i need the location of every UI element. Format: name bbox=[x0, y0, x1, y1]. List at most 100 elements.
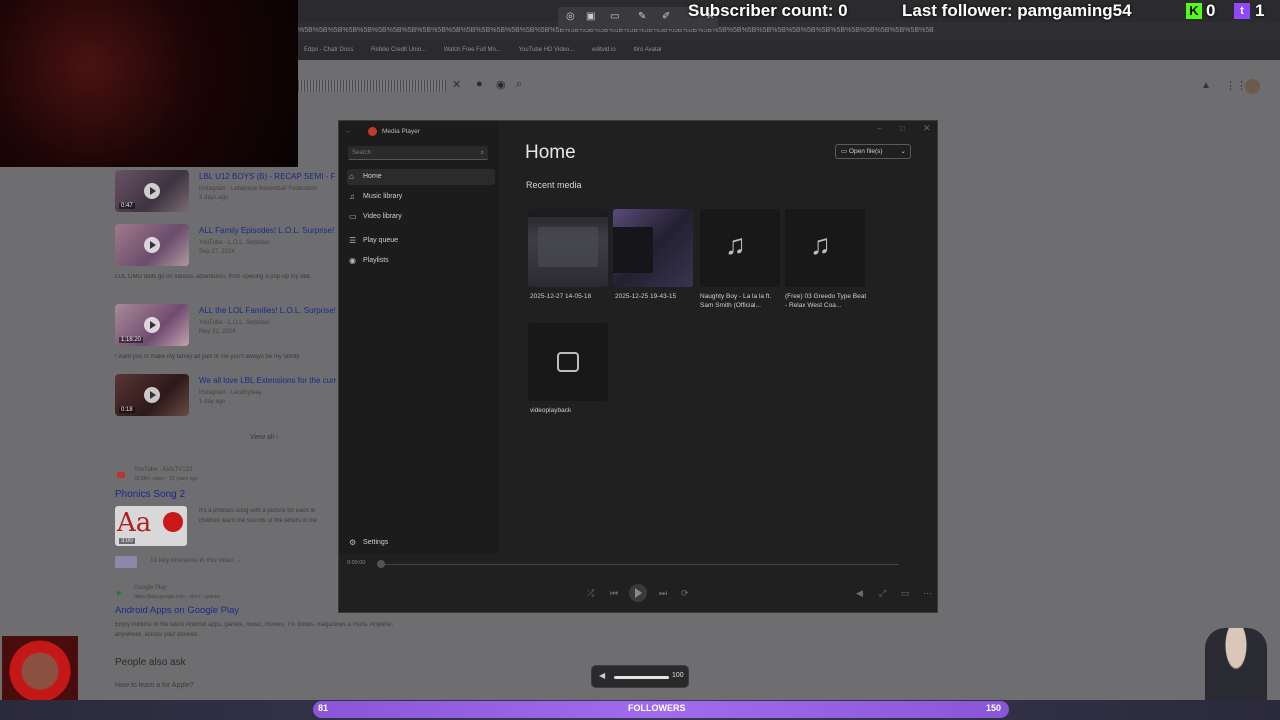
nav-label: Music library bbox=[363, 193, 403, 200]
close-icon[interactable]: ✕ bbox=[923, 123, 931, 134]
apps-grid-icon[interactable]: ⋮⋮ bbox=[1225, 79, 1247, 92]
queue-icon: ☰ bbox=[349, 236, 357, 245]
minimize-icon[interactable]: – bbox=[877, 124, 881, 133]
result-source: YouTube · KidsTV123 bbox=[134, 467, 193, 473]
search-input[interactable]: Search ⌕ bbox=[348, 146, 488, 160]
key-moment-thumbnail[interactable] bbox=[115, 556, 137, 568]
media-label: 2025-12-27 14-05-18 bbox=[530, 293, 592, 300]
play-button[interactable] bbox=[629, 584, 647, 602]
search-bar: ✕ ● ◉ ⌕ bbox=[298, 76, 1280, 98]
nav-label: Playlists bbox=[363, 257, 389, 264]
people-also-ask-heading: People also ask bbox=[115, 657, 186, 668]
app-logo-icon bbox=[368, 127, 377, 136]
result-views: 33.8M+ views · 15 years ago bbox=[134, 476, 199, 482]
music-note-icon: ♫ bbox=[810, 229, 831, 260]
clear-icon[interactable]: ✕ bbox=[452, 78, 461, 91]
lens-icon[interactable]: ◉ bbox=[496, 78, 506, 91]
search-icon[interactable]: ⌕ bbox=[516, 78, 522, 91]
webcam-feed bbox=[0, 0, 298, 167]
speaker-icon[interactable]: ◀ bbox=[599, 671, 605, 680]
open-files-button[interactable]: ▭ Open file(s) ⌄ bbox=[835, 144, 911, 159]
last-follower: Last follower: pamgaming54 bbox=[902, 1, 1132, 20]
twitch-count: 1 bbox=[1255, 1, 1265, 20]
duration-label: 3:00 bbox=[119, 538, 135, 544]
maximize-icon[interactable]: □ bbox=[900, 124, 905, 133]
video-thumbnail[interactable]: 0:18 bbox=[115, 374, 189, 416]
record-icon[interactable]: ▣ bbox=[586, 11, 595, 22]
avatar[interactable] bbox=[1245, 79, 1260, 94]
labs-icon[interactable]: ▲ bbox=[1201, 80, 1211, 91]
media-tile[interactable]: ♫ bbox=[785, 209, 865, 287]
search-icon: ⌕ bbox=[480, 150, 484, 156]
duration-label: 0:47 bbox=[119, 203, 135, 209]
result-title[interactable]: We all love LBL Extensions for the curr bbox=[199, 376, 337, 385]
volume-icon[interactable]: ◀ bbox=[856, 588, 863, 599]
repeat-icon[interactable]: ⟳ bbox=[681, 588, 689, 599]
result-title[interactable]: Phonics Song 2 bbox=[115, 489, 185, 500]
media-tile[interactable] bbox=[528, 323, 608, 401]
result-description: LOL OMG dolls go on various adventures, … bbox=[115, 274, 312, 280]
volume-slider[interactable] bbox=[614, 676, 669, 679]
kick-count: 0 bbox=[1206, 1, 1216, 20]
bookmark-item[interactable]: Watch Free Full Mo... bbox=[444, 47, 501, 53]
twitch-icon: t bbox=[1234, 3, 1250, 19]
question-text: How to learn a for Apple? bbox=[115, 682, 194, 689]
back-icon[interactable]: ← bbox=[345, 128, 352, 135]
search-input[interactable] bbox=[298, 80, 446, 92]
camera-icon[interactable]: ◎ bbox=[566, 11, 575, 22]
rectangle-icon[interactable]: ▭ bbox=[610, 11, 619, 22]
video-thumbnail[interactable]: 1:18:20 bbox=[115, 304, 189, 346]
media-tile[interactable]: ♫ bbox=[700, 209, 780, 287]
nav-play-queue[interactable]: ☰ Play queue bbox=[347, 233, 495, 249]
media-tile[interactable] bbox=[528, 209, 608, 287]
result-title[interactable]: LBL U12 BOYS (B) - RECAP SEMI - F bbox=[199, 172, 337, 181]
bookmark-item[interactable]: Rebilio Credit Unio... bbox=[371, 47, 426, 53]
nav-label: Video library bbox=[363, 213, 402, 220]
youtube-icon bbox=[117, 472, 125, 478]
nav-video-library[interactable]: ▭ Video library bbox=[347, 209, 495, 225]
media-player-window: ← Media Player Search ⌕ ⌂ Home ♫ Music libr… bbox=[338, 120, 938, 613]
subscriber-count: Subscriber count: 0 bbox=[688, 1, 848, 20]
video-thumbnail[interactable]: Aa 3:00 bbox=[115, 506, 187, 546]
nav-settings[interactable]: ⚙ Settings bbox=[347, 535, 495, 551]
page-title: Home bbox=[525, 142, 576, 163]
miniplayer-icon[interactable]: ▭ bbox=[901, 588, 910, 599]
shuffle-icon[interactable]: ⤮ bbox=[587, 588, 594, 599]
fullscreen-icon[interactable]: ⤢ bbox=[879, 588, 886, 599]
bookmark-item[interactable]: Edpo - Chatr Docs bbox=[304, 47, 353, 53]
edit-icon[interactable]: ✎ bbox=[638, 11, 646, 22]
bookmark-item[interactable]: Itiro Avatar bbox=[633, 47, 662, 53]
result-title[interactable]: ALL the LOL Families! L.O.L. Surprise! bbox=[199, 306, 337, 315]
thumbnail-window bbox=[538, 227, 598, 267]
key-moments-toggle[interactable]: 10 key moments in this video ⌄ bbox=[150, 556, 241, 564]
result-source: YouTube · L.O.L. Surprise! bbox=[199, 240, 270, 246]
question-item[interactable]: How to learn a for Apple? bbox=[115, 682, 435, 689]
view-all-link[interactable]: View all › bbox=[250, 434, 278, 441]
bookmark-item[interactable]: editvid.io bbox=[592, 47, 616, 53]
result-description: It's a phonics song with a picture for e… bbox=[199, 508, 316, 514]
result-title[interactable]: ALL Family Episodes! L.O.L. Surprise! bbox=[199, 226, 337, 235]
result-title[interactable]: Android Apps on Google Play bbox=[115, 605, 239, 616]
volume-flyout: ◀ 100 bbox=[591, 665, 689, 688]
media-tile[interactable] bbox=[613, 209, 693, 287]
play-icon bbox=[635, 588, 642, 598]
video-thumbnail[interactable] bbox=[115, 224, 189, 266]
play-icon bbox=[144, 387, 160, 403]
pen-icon[interactable]: ✐ bbox=[662, 11, 670, 22]
video-thumbnail[interactable]: 0:47 bbox=[115, 170, 189, 212]
browser-tab-strip[interactable]: %5B%5B%5B%5B%5B%5B%5B%5B%5B%5B%5B%5B%5B%… bbox=[298, 22, 1280, 40]
media-label: videoplayback bbox=[530, 407, 572, 414]
list-item: LBL U12 BOYS (B) - RECAP SEMI - F Instag… bbox=[199, 172, 337, 201]
section-heading: Recent media bbox=[526, 180, 582, 190]
bookmark-item[interactable]: YouTube HD Video... bbox=[519, 47, 575, 53]
more-icon[interactable]: ⋯ bbox=[923, 588, 932, 599]
seek-handle[interactable] bbox=[377, 560, 385, 568]
nav-home[interactable]: ⌂ Home bbox=[347, 169, 495, 185]
mic-icon[interactable]: ● bbox=[476, 78, 483, 90]
result-description: anywhere, across your devices. bbox=[115, 632, 200, 638]
next-icon[interactable]: ⏭ bbox=[659, 588, 667, 599]
seek-bar[interactable] bbox=[379, 564, 899, 565]
previous-icon[interactable]: ⏮ bbox=[610, 588, 618, 599]
nav-music-library[interactable]: ♫ Music library bbox=[347, 189, 495, 205]
nav-playlists[interactable]: ◉ Playlists bbox=[347, 253, 495, 269]
